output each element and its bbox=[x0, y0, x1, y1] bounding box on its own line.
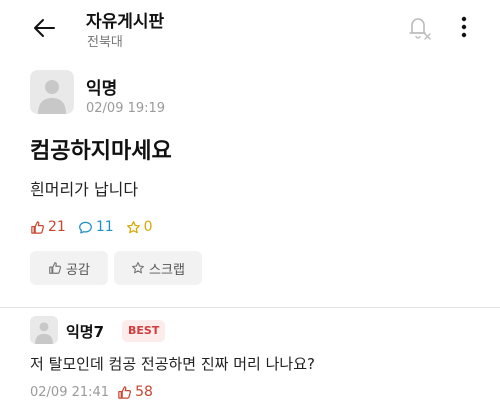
school-name: 전북대 bbox=[87, 35, 123, 50]
scrap-count-value: 0 bbox=[143, 219, 153, 235]
comment-author-avatar bbox=[30, 316, 58, 344]
avatar-icon bbox=[30, 70, 74, 114]
comment-body: 저 탈모인데 컴공 전공하면 진짜 머리 나나요? bbox=[30, 355, 315, 373]
comment-timestamp: 02/09 21:41 bbox=[30, 384, 110, 400]
comment-author-name: 익명7 bbox=[66, 323, 105, 341]
post-author-name: 익명 bbox=[86, 79, 118, 99]
post-timestamp: 02/09 19:19 bbox=[86, 101, 166, 116]
comment-count-value: 11 bbox=[95, 219, 114, 235]
more-icon bbox=[461, 16, 467, 38]
post-body: 흰머리가 납니다 bbox=[30, 180, 139, 199]
thumbs-up-icon bbox=[49, 262, 62, 274]
post-stats: 21 11 0 bbox=[30, 219, 165, 235]
notification-off-icon bbox=[409, 18, 431, 40]
avatar-icon bbox=[30, 316, 58, 344]
star-icon bbox=[132, 262, 145, 274]
comment-count: 11 bbox=[78, 219, 114, 235]
back-button[interactable] bbox=[30, 14, 58, 42]
thumbs-up-icon bbox=[31, 220, 44, 234]
scrap-button[interactable]: 스크랩 bbox=[114, 251, 202, 285]
like-count: 21 bbox=[30, 219, 66, 235]
best-badge: BEST bbox=[122, 320, 166, 342]
like-button-label: 공감 bbox=[66, 262, 90, 278]
post-title: 컴공하지마세요 bbox=[30, 139, 172, 164]
scrap-count: 0 bbox=[126, 219, 153, 235]
like-button[interactable]: 공감 bbox=[30, 251, 108, 285]
back-arrow-icon bbox=[34, 19, 55, 37]
more-button[interactable] bbox=[456, 13, 472, 41]
like-count-value: 21 bbox=[48, 219, 66, 235]
comment-meta: 02/09 21:41 58 bbox=[30, 384, 153, 400]
post-author-avatar bbox=[30, 70, 74, 114]
board-title: 자유게시판 bbox=[86, 12, 165, 32]
section-divider bbox=[0, 307, 500, 308]
comment-like-count: 58 bbox=[117, 384, 153, 400]
scrap-button-label: 스크랩 bbox=[149, 262, 185, 278]
comment-icon bbox=[78, 221, 92, 234]
star-icon bbox=[126, 220, 140, 233]
notification-toggle-button[interactable] bbox=[404, 13, 432, 41]
comment-like-count-value: 58 bbox=[135, 384, 153, 400]
thumbs-up-icon bbox=[118, 385, 132, 399]
top-bar: 자유게시판 전북대 bbox=[0, 0, 500, 56]
